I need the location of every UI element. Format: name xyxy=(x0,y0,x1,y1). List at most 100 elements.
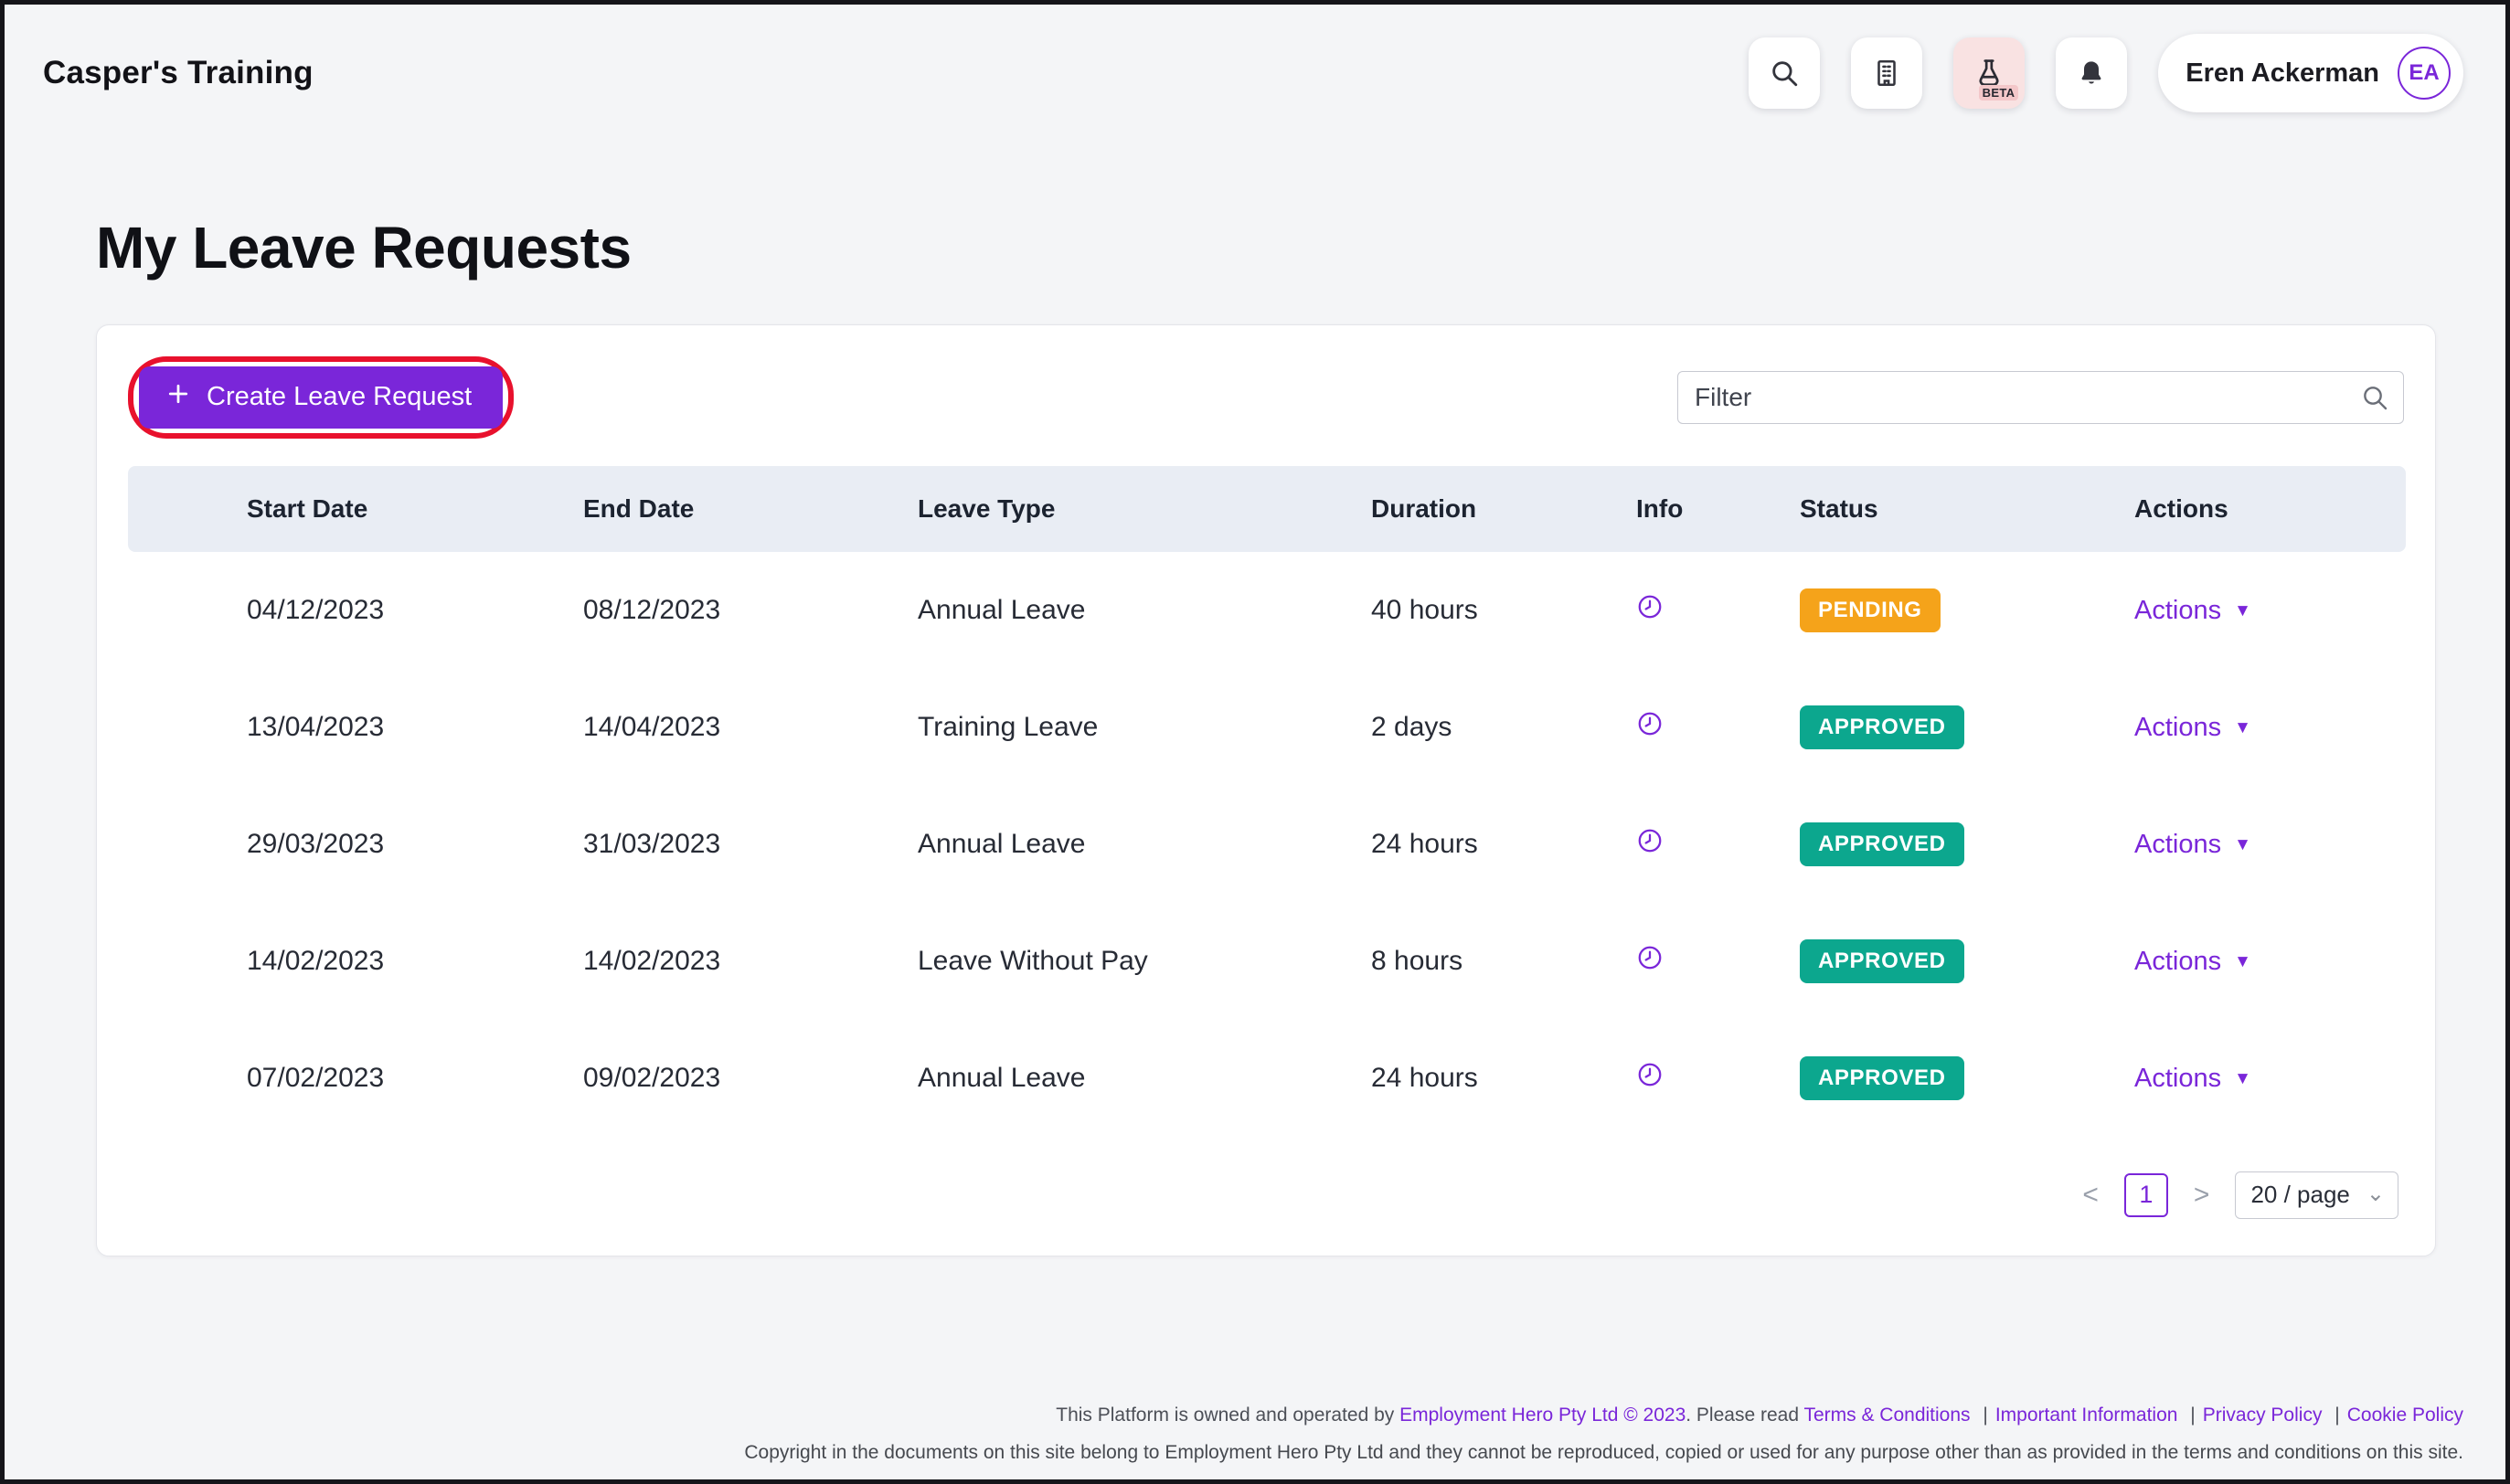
row-actions-button[interactable]: Actions ▼ xyxy=(2134,947,2251,977)
cell-duration: 8 hours xyxy=(1371,945,1463,976)
beta-badge: BETA xyxy=(1978,85,2019,101)
pagination: < 1 > 20 / page ⌄ xyxy=(97,1171,2398,1219)
info-clock-icon[interactable] xyxy=(1636,710,1664,737)
cell-leave-type: Annual Leave xyxy=(918,1062,1086,1093)
status-badge: APPROVED xyxy=(1800,822,1964,866)
status-badge: APPROVED xyxy=(1800,1055,1964,1100)
table-row: 04/12/2023 08/12/2023 Annual Leave 40 ho… xyxy=(128,552,2406,669)
top-bar: Casper's Training BETA Eren Ackerman EA xyxy=(5,5,2505,142)
row-actions-button[interactable]: Actions ▼ xyxy=(2134,1064,2251,1094)
col-header-start-date: Start Date xyxy=(128,465,464,552)
footer-separator: | xyxy=(2335,1404,2340,1426)
brand-title: Casper's Training xyxy=(43,55,314,90)
pagination-page-1[interactable]: 1 xyxy=(2123,1172,2168,1217)
page-title: My Leave Requests xyxy=(96,215,632,281)
status-badge: APPROVED xyxy=(1800,938,1964,983)
table-row: 07/02/2023 09/02/2023 Annual Leave 24 ho… xyxy=(128,1020,2406,1137)
caret-down-icon: ▼ xyxy=(2234,834,2251,854)
footer-legal-line: This Platform is owned and operated by E… xyxy=(5,1404,2463,1426)
filter-wrap xyxy=(1677,370,2404,424)
caret-down-icon: ▼ xyxy=(2234,951,2251,971)
page-size-select[interactable]: 20 / page ⌄ xyxy=(2235,1171,2398,1219)
cell-duration: 40 hours xyxy=(1371,594,1478,625)
caret-down-icon: ▼ xyxy=(2234,717,2251,737)
row-actions-label: Actions xyxy=(2134,829,2222,859)
notifications-button[interactable] xyxy=(2056,37,2128,109)
col-header-duration: Duration xyxy=(1252,465,1517,552)
row-actions-label: Actions xyxy=(2134,595,2222,625)
beta-features-button[interactable]: BETA xyxy=(1953,37,2026,109)
search-button[interactable] xyxy=(1749,37,1821,109)
cell-leave-type: Training Leave xyxy=(918,711,1099,742)
user-menu[interactable]: Eren Ackerman EA xyxy=(2158,34,2463,112)
employment-hero-link[interactable]: Employment Hero Pty Ltd © 2023 xyxy=(1399,1404,1686,1426)
caret-down-icon: ▼ xyxy=(2234,1068,2251,1088)
privacy-policy-link[interactable]: Privacy Policy xyxy=(2203,1404,2323,1426)
table-row: 29/03/2023 31/03/2023 Annual Leave 24 ho… xyxy=(128,786,2406,903)
footer-separator: | xyxy=(2190,1404,2196,1426)
filter-search-icon[interactable] xyxy=(2360,383,2389,417)
building-icon xyxy=(1871,58,1902,89)
search-icon xyxy=(1769,58,1800,89)
card-toolbar: Create Leave Request xyxy=(97,355,2435,439)
caret-down-icon: ▼ xyxy=(2234,600,2251,620)
pagination-prev-button[interactable]: < xyxy=(2079,1180,2102,1211)
row-actions-button[interactable]: Actions ▼ xyxy=(2134,713,2251,743)
col-header-leave-type: Leave Type xyxy=(799,465,1252,552)
cell-start-date: 14/02/2023 xyxy=(247,945,385,976)
page-size-value: 20 / page xyxy=(2250,1181,2350,1209)
footer-copyright-line: Copyright in the documents on this site … xyxy=(744,1441,2463,1463)
status-badge: APPROVED xyxy=(1800,705,1964,749)
cell-leave-type: Annual Leave xyxy=(918,594,1086,625)
cell-start-date: 29/03/2023 xyxy=(247,828,385,859)
footer-text-mid: . Please read xyxy=(1686,1404,1804,1426)
user-name: Eren Ackerman xyxy=(2186,58,2379,88)
row-actions-button[interactable]: Actions ▼ xyxy=(2134,596,2251,626)
cell-end-date: 08/12/2023 xyxy=(583,594,721,625)
select-caret-icon: ⌄ xyxy=(2366,1182,2385,1207)
info-clock-icon[interactable] xyxy=(1636,944,1664,971)
table-row: 14/02/2023 14/02/2023 Leave Without Pay … xyxy=(128,903,2406,1020)
cell-leave-type: Leave Without Pay xyxy=(918,945,1148,976)
cell-end-date: 31/03/2023 xyxy=(583,828,721,859)
company-button[interactable] xyxy=(1851,37,1923,109)
row-actions-label: Actions xyxy=(2134,946,2222,976)
cell-duration: 2 days xyxy=(1371,711,1452,742)
info-clock-icon[interactable] xyxy=(1636,1061,1664,1088)
create-leave-request-label: Create Leave Request xyxy=(207,382,473,412)
col-header-status: Status xyxy=(1681,465,2015,552)
row-actions-button[interactable]: Actions ▼ xyxy=(2134,830,2251,860)
cell-duration: 24 hours xyxy=(1371,828,1478,859)
plus-icon xyxy=(165,380,192,415)
footer-text-prefix: This Platform is owned and operated by xyxy=(1056,1404,1400,1426)
filter-input[interactable] xyxy=(1677,370,2404,424)
cell-end-date: 14/02/2023 xyxy=(583,945,721,976)
status-badge: PENDING xyxy=(1800,588,1941,632)
terms-conditions-link[interactable]: Terms & Conditions xyxy=(1803,1404,1970,1426)
important-information-link[interactable]: Important Information xyxy=(1995,1404,2178,1426)
cell-start-date: 07/02/2023 xyxy=(247,1062,385,1093)
row-actions-label: Actions xyxy=(2134,712,2222,742)
col-header-end-date: End Date xyxy=(464,465,799,552)
footer-separator: | xyxy=(1983,1404,1988,1426)
table-header-row: Start Date End Date Leave Type Duration … xyxy=(128,465,2406,552)
col-header-actions: Actions xyxy=(2015,465,2406,552)
cell-duration: 24 hours xyxy=(1371,1062,1478,1093)
cell-leave-type: Annual Leave xyxy=(918,828,1086,859)
info-clock-icon[interactable] xyxy=(1636,827,1664,854)
cell-start-date: 04/12/2023 xyxy=(247,594,385,625)
create-leave-request-button[interactable]: Create Leave Request xyxy=(139,366,504,429)
leave-requests-card: Create Leave Request Start Date xyxy=(96,323,2436,1256)
col-header-info: Info xyxy=(1517,465,1683,552)
leave-requests-table: Start Date End Date Leave Type Duration … xyxy=(128,465,2406,1137)
click-highlight-ring: Create Leave Request xyxy=(128,355,515,439)
table-row: 13/04/2023 14/04/2023 Training Leave 2 d… xyxy=(128,669,2406,786)
avatar: EA xyxy=(2398,47,2451,100)
footer: This Platform is owned and operated by E… xyxy=(5,1404,2505,1464)
top-actions: BETA Eren Ackerman EA xyxy=(1749,34,2463,112)
pagination-next-button[interactable]: > xyxy=(2190,1180,2214,1211)
app-screen: Casper's Training BETA Eren Ackerman EA … xyxy=(0,0,2510,1484)
cell-end-date: 09/02/2023 xyxy=(583,1062,721,1093)
info-clock-icon[interactable] xyxy=(1636,593,1664,620)
cookie-policy-link[interactable]: Cookie Policy xyxy=(2347,1404,2463,1426)
